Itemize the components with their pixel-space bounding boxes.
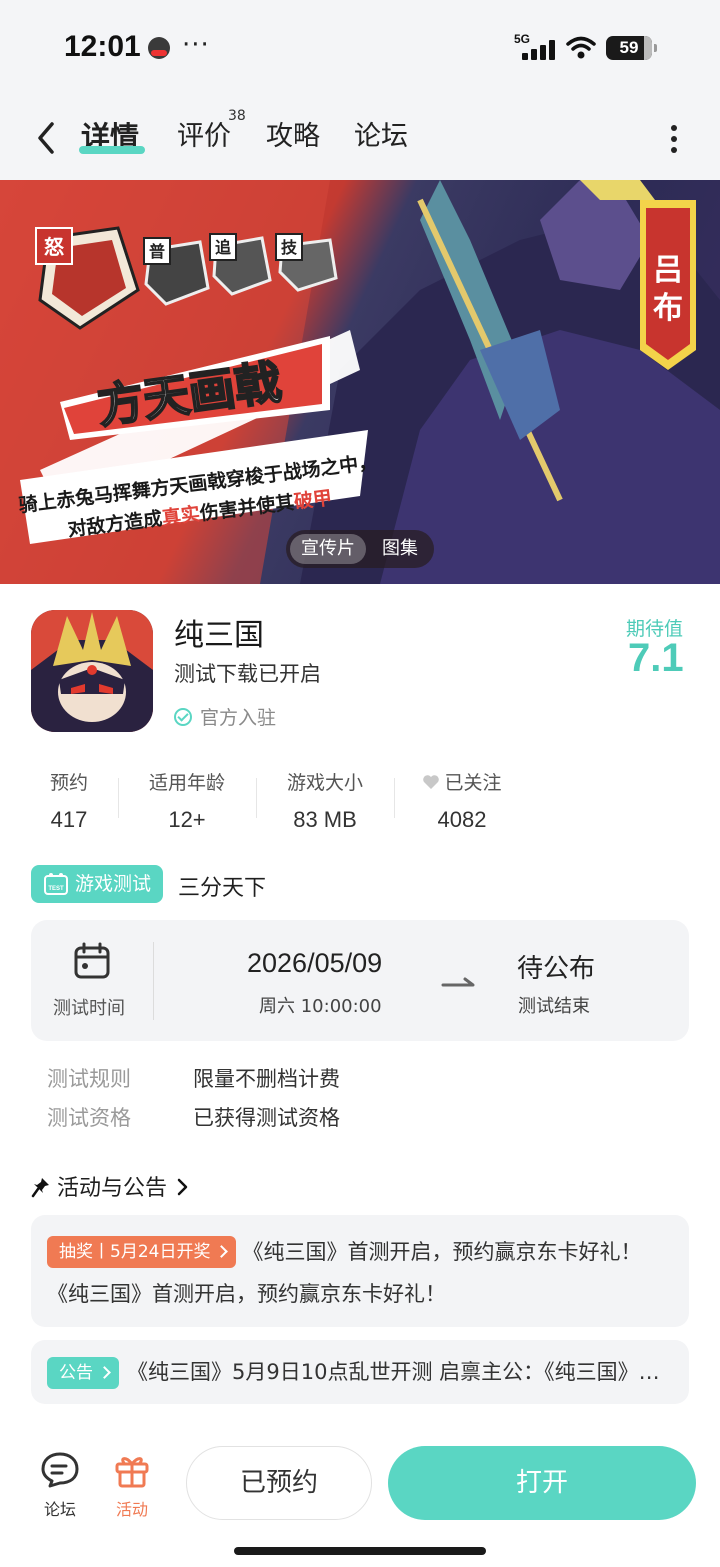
app-notification-icon <box>148 37 170 59</box>
active-tab-indicator <box>79 146 145 154</box>
stat-value: 12+ <box>168 807 206 832</box>
lottery-tag: 抽奖丨5月24日开奖 <box>47 1236 237 1268</box>
divider <box>153 942 154 1020</box>
rule-value-eligibility: 已获得测试资格 <box>193 1106 340 1130</box>
test-badge-label: 游戏测试 <box>75 873 152 895</box>
test-schedule-card: 测试时间 2026/05/09 周六 10:00:00 待公布 测试结束 <box>31 920 689 1041</box>
battery-icon: 59 <box>606 36 657 60</box>
activity-text: 《纯三国》5月9日10点乱世开测 启禀主公：《纯三国》首测即将开启 <box>127 1360 673 1384</box>
open-button[interactable]: 打开 <box>388 1446 696 1520</box>
official-badge: 官方入驻 <box>174 703 276 730</box>
gift-icon <box>115 1457 149 1488</box>
back-arrow-icon[interactable] <box>32 118 62 158</box>
clock: 12:01 <box>64 30 141 63</box>
rule-value-rules: 限量不删档计费 <box>193 1067 340 1091</box>
tab-guides[interactable]: 攻略 <box>266 114 320 153</box>
game-test-badge: TEST 游戏测试 <box>31 865 163 903</box>
test-start-date: 2026/05/09 <box>247 948 383 978</box>
test-title: 三分天下 <box>178 876 267 901</box>
stat-label: 预约 <box>49 772 88 794</box>
more-options-icon[interactable] <box>664 122 684 156</box>
more-notifications-icon: ··· <box>182 30 210 60</box>
skill-icon-label: 怒 <box>44 235 64 259</box>
media-switch: 宣传片 图集 <box>286 530 434 568</box>
skill-icon-label: 追 <box>215 238 232 257</box>
reviews-count-badge: 38 <box>228 108 246 124</box>
rating-value: 7.1 <box>628 636 684 680</box>
stat-divider <box>394 778 395 818</box>
battery-level: 59 <box>619 38 639 57</box>
stat-reservations: 预约 417 <box>48 768 90 833</box>
promo-banner[interactable]: 吕 布 怒 普 追 技 方天画戟 骑上赤兔马挥舞方天画戟穿梭于战场之中， 对敌方… <box>0 180 720 584</box>
activity-button[interactable]: 活动 <box>102 1450 162 1520</box>
game-title: 纯三国 <box>174 618 264 653</box>
forum-chat-icon <box>41 1452 79 1488</box>
svg-text:TEST: TEST <box>48 886 64 892</box>
test-start-time: 周六 10:00:00 <box>259 996 382 1017</box>
activity-label: 活动 <box>115 1500 148 1519</box>
tab-reviews[interactable]: 评价 <box>177 114 231 153</box>
stat-value: 83 MB <box>293 807 357 832</box>
stat-label: 适用年龄 <box>148 772 225 794</box>
reserved-button[interactable]: 已预约 <box>186 1446 372 1520</box>
stat-label: 已关注 <box>444 772 502 794</box>
forum-button[interactable]: 论坛 <box>30 1450 90 1520</box>
hero-name-char-1: 吕 <box>653 253 683 288</box>
stat-value: 4082 <box>437 807 487 832</box>
activity-card-lottery[interactable]: 抽奖丨5月24日开奖 《纯三国》首测开启，预约赢京东卡好礼！《纯三国》首测开启，预… <box>31 1215 689 1327</box>
stat-size: 游戏大小 83 MB <box>284 768 366 833</box>
hero-name-char-2: 布 <box>653 291 683 326</box>
stat-divider <box>256 778 257 818</box>
arrow-right-icon <box>441 977 475 987</box>
media-tab-trailer[interactable]: 宣传片 <box>290 534 366 564</box>
media-tab-gallery[interactable]: 图集 <box>370 534 430 564</box>
signal-icon <box>522 40 556 60</box>
rule-key-eligibility: 测试资格 <box>47 1106 131 1130</box>
wifi-icon <box>566 36 596 59</box>
test-end-value: 待公布 <box>517 954 596 984</box>
rule-key-rules: 测试规则 <box>47 1067 131 1091</box>
test-time-label: 测试时间 <box>53 998 125 1019</box>
activity-card-notice[interactable]: 公告《纯三国》5月9日10点乱世开测 启禀主公：《纯三国》首测即将开启 <box>31 1340 689 1404</box>
calendar-icon <box>74 942 110 979</box>
status-bar: 12:01 ··· 5G 59 <box>0 0 720 96</box>
verified-check-icon <box>174 708 192 726</box>
skill-icon-label: 技 <box>281 238 298 257</box>
pin-icon <box>31 1178 49 1198</box>
chevron-right-icon <box>177 1178 188 1196</box>
forum-label: 论坛 <box>43 1500 76 1519</box>
official-label: 官方入驻 <box>200 707 277 729</box>
heart-icon <box>423 775 440 789</box>
banner-artwork: 吕 布 怒 普 追 技 方天画戟 骑上赤兔马挥舞方天画戟穿梭于战场之中， 对敌方… <box>0 180 720 584</box>
test-icon: TEST <box>44 873 68 895</box>
top-nav: 详情 评价 38 攻略 论坛 <box>0 96 720 180</box>
stat-value: 417 <box>50 807 88 832</box>
skill-icon-label: 普 <box>149 242 165 261</box>
notice-tag: 公告 <box>47 1357 119 1389</box>
activities-header[interactable]: 活动与公告 <box>31 1170 189 1202</box>
home-indicator <box>234 1547 486 1555</box>
stat-divider <box>118 778 119 818</box>
game-status: 测试下载已开启 <box>174 662 321 686</box>
tab-forum[interactable]: 论坛 <box>354 114 408 153</box>
activities-title: 活动与公告 <box>57 1176 168 1201</box>
stat-age: 适用年龄 12+ <box>146 768 228 833</box>
test-end-label: 测试结束 <box>518 996 590 1017</box>
stat-label: 游戏大小 <box>286 772 363 794</box>
game-icon <box>31 610 153 732</box>
bottom-action-bar: 论坛 活动 已预约 打开 <box>0 1420 720 1567</box>
stat-followers[interactable]: 已关注 4082 <box>418 768 506 833</box>
